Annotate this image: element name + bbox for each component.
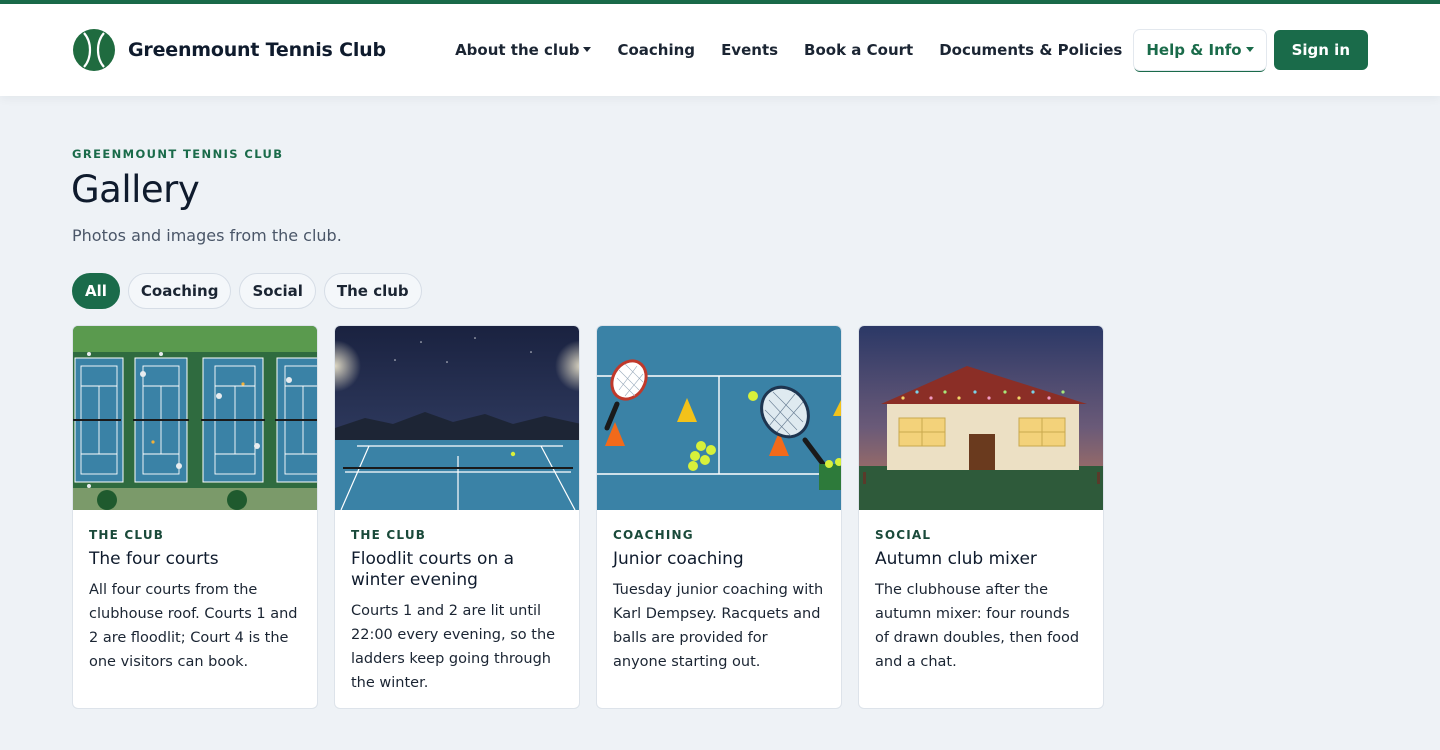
four-courts-image: [73, 326, 317, 510]
gallery-card[interactable]: THE CLUB The four courts All four courts…: [72, 325, 318, 709]
chevron-down-icon: [583, 46, 592, 52]
page-eyebrow: GREENMOUNT TENNIS CLUB: [72, 147, 284, 161]
page-title: Gallery: [71, 168, 200, 211]
chevron-down-icon: [1245, 46, 1254, 52]
nav-events[interactable]: Events: [721, 41, 778, 59]
filter-the-club[interactable]: The club: [323, 273, 422, 309]
card-body: THE CLUB Floodlit courts on a winter eve…: [335, 510, 579, 695]
card-description: Tuesday junior coaching with Karl Dempse…: [613, 582, 824, 670]
site-header: Greenmount Tennis Club About the club Co…: [0, 4, 1440, 96]
card-title: Junior coaching: [613, 549, 744, 569]
nav-about[interactable]: About the club: [455, 41, 592, 59]
nav-book-court[interactable]: Book a Court: [804, 41, 913, 59]
nav-events-label: Events: [721, 41, 779, 59]
nav-about-label: About the club: [455, 41, 580, 59]
card-category: COACHING: [613, 528, 694, 542]
filter-all[interactable]: All: [72, 273, 120, 309]
gallery-grid: THE CLUB The four courts All four courts…: [72, 325, 1104, 709]
nav-book-court-label: Book a Court: [804, 41, 914, 59]
card-category: THE CLUB: [351, 528, 427, 542]
card-title: The four courts: [89, 549, 219, 569]
gallery-card[interactable]: COACHING Junior coaching Tuesday junior …: [596, 325, 842, 709]
brand-name: Greenmount Tennis Club: [128, 39, 386, 61]
card-body: THE CLUB The four courts All four courts…: [73, 510, 317, 674]
nav-help-info[interactable]: Help & Info: [1134, 30, 1266, 70]
sign-in-button[interactable]: Sign in: [1273, 30, 1368, 70]
page-subtitle: Photos and images from the club.: [72, 226, 342, 245]
nav-documents[interactable]: Documents & Policies: [939, 41, 1122, 59]
nav-coaching-label: Coaching: [617, 41, 696, 59]
gallery-filters: All Coaching Social The club: [72, 273, 422, 309]
tennis-ball-icon: [73, 29, 115, 71]
floodlit-courts-image: [335, 326, 579, 510]
card-body: COACHING Junior coaching Tuesday junior …: [597, 510, 841, 674]
card-category: SOCIAL: [875, 528, 932, 542]
brand-link[interactable]: Greenmount Tennis Club: [72, 28, 386, 72]
filter-social[interactable]: Social: [239, 273, 316, 309]
nav-documents-label: Documents & Policies: [939, 41, 1123, 59]
filter-coaching[interactable]: Coaching: [127, 273, 232, 309]
nav-coaching[interactable]: Coaching: [617, 41, 695, 59]
card-description: Courts 1 and 2 are lit until 22:00 every…: [351, 603, 556, 691]
card-title: Floodlit courts on a winter evening: [351, 549, 515, 590]
card-description: The clubhouse after the autumn mixer: fo…: [875, 582, 1080, 670]
junior-coaching-image: [597, 326, 841, 510]
card-body: SOCIAL Autumn club mixer The clubhouse a…: [859, 510, 1103, 674]
main-nav: About the club Coaching Events Book a Co…: [455, 30, 1368, 70]
nav-help-label: Help & Info: [1146, 41, 1242, 59]
card-description: All four courts from the clubhouse roof.…: [89, 582, 298, 670]
gallery-card[interactable]: SOCIAL Autumn club mixer The clubhouse a…: [858, 325, 1104, 709]
card-category: THE CLUB: [89, 528, 165, 542]
card-title: Autumn club mixer: [875, 549, 1037, 569]
gallery-card[interactable]: THE CLUB Floodlit courts on a winter eve…: [334, 325, 580, 709]
clubhouse-image: [859, 326, 1103, 510]
